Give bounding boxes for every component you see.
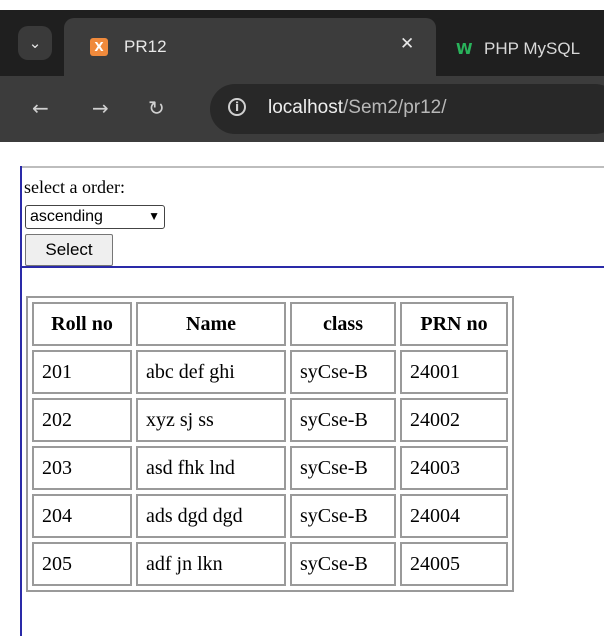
reload-icon[interactable]: ↻ (148, 96, 165, 120)
tab-strip: ⌄ X PR12 ✕ W PHP MySQL (0, 10, 604, 76)
cell-name: abc def ghi (136, 350, 286, 394)
table-row: 202 xyz sj ss syCse-B 24002 (32, 398, 508, 442)
table-row: 203 asd fhk lnd syCse-B 24003 (32, 446, 508, 490)
cell-class: syCse-B (290, 446, 396, 490)
cell-roll-no: 205 (32, 542, 132, 586)
cell-roll-no: 204 (32, 494, 132, 538)
header-class: class (290, 302, 396, 346)
page-viewport: select a order: ascending ▼ Select Roll … (0, 152, 604, 636)
address-bar[interactable]: i localhost/Sem2/pr12/ (210, 84, 604, 134)
select-button[interactable]: Select (25, 234, 113, 266)
tab-php-mysql[interactable]: PHP MySQL (484, 39, 580, 59)
header-name: Name (136, 302, 286, 346)
tab-title: PR12 (124, 37, 167, 56)
table-header-row: Roll no Name class PRN no (32, 302, 508, 346)
cell-class: syCse-B (290, 494, 396, 538)
order-label: select a order: (24, 177, 125, 197)
tab-pr12[interactable]: X PR12 ✕ (64, 18, 436, 76)
close-icon[interactable]: ✕ (400, 34, 414, 54)
info-icon[interactable]: i (228, 98, 246, 116)
table-row: 205 adf jn lkn syCse-B 24005 (32, 542, 508, 586)
cell-prn-no: 24002 (400, 398, 508, 442)
cell-class: syCse-B (290, 350, 396, 394)
cell-name: asd fhk lnd (136, 446, 286, 490)
cell-prn-no: 24005 (400, 542, 508, 586)
page-body: select a order: ascending ▼ Select Roll … (20, 166, 604, 636)
table-row: 201 abc def ghi syCse-B 24001 (32, 350, 508, 394)
address-url[interactable]: localhost/Sem2/pr12/ (268, 97, 447, 119)
cell-name: xyz sj ss (136, 398, 286, 442)
students-table: Roll no Name class PRN no 201 abc def gh… (26, 296, 514, 592)
header-prn-no: PRN no (400, 302, 508, 346)
forward-arrow-icon[interactable]: → (92, 96, 109, 120)
browser-chrome: ⌄ X PR12 ✕ W PHP MySQL ← → ↻ i localhost… (0, 0, 604, 152)
cell-class: syCse-B (290, 542, 396, 586)
cell-prn-no: 24003 (400, 446, 508, 490)
chevron-down-icon: ⌄ (28, 34, 42, 52)
xampp-icon: X (90, 38, 108, 56)
cell-class: syCse-B (290, 398, 396, 442)
cell-roll-no: 203 (32, 446, 132, 490)
cell-prn-no: 24004 (400, 494, 508, 538)
order-form: select a order: ascending ▼ Select (22, 166, 604, 268)
window-top-strip (0, 0, 604, 10)
back-arrow-icon[interactable]: ← (32, 96, 49, 120)
cell-roll-no: 202 (32, 398, 132, 442)
url-path: /Sem2/pr12/ (343, 97, 447, 118)
order-select-value: ascending (30, 208, 103, 225)
cell-prn-no: 24001 (400, 350, 508, 394)
w3schools-icon: W (456, 40, 473, 58)
order-select[interactable]: ascending ▼ (25, 205, 165, 229)
url-host: localhost (268, 97, 343, 118)
cell-roll-no: 201 (32, 350, 132, 394)
cell-name: ads dgd dgd (136, 494, 286, 538)
chevron-down-icon: ▼ (148, 209, 160, 223)
cell-name: adf jn lkn (136, 542, 286, 586)
table-row: 204 ads dgd dgd syCse-B 24004 (32, 494, 508, 538)
browser-toolbar: ← → ↻ i localhost/Sem2/pr12/ (0, 76, 604, 142)
tab-search-button[interactable]: ⌄ (18, 26, 52, 60)
header-roll-no: Roll no (32, 302, 132, 346)
